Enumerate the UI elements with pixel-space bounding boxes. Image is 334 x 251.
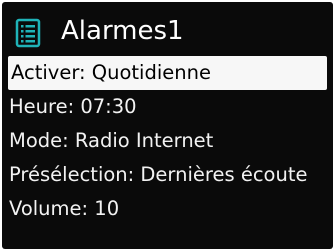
menu-item-label: Présélection: Dernières écoute — [9, 163, 308, 186]
menu-item-label: Volume: 10 — [9, 197, 120, 220]
menu-item-label: Activer: Quotidienne — [11, 61, 211, 84]
menu-item-mode[interactable]: Mode: Radio Internet — [2, 124, 333, 158]
page-title: Alarmes1 — [61, 16, 184, 46]
menu-item-heure[interactable]: Heure: 07:30 — [2, 90, 333, 124]
menu-item-volume[interactable]: Volume: 10 — [2, 192, 333, 226]
list-icon — [15, 18, 41, 48]
device-screen: Alarmes1 Activer: Quotidienne Heure: 07:… — [2, 2, 333, 249]
title-bar: Alarmes1 — [2, 12, 333, 50]
menu-item-activer[interactable]: Activer: Quotidienne — [8, 56, 327, 90]
menu-item-preselection[interactable]: Présélection: Dernières écoute — [2, 158, 333, 192]
menu-item-label: Mode: Radio Internet — [9, 129, 214, 152]
menu-item-label: Heure: 07:30 — [9, 95, 137, 118]
